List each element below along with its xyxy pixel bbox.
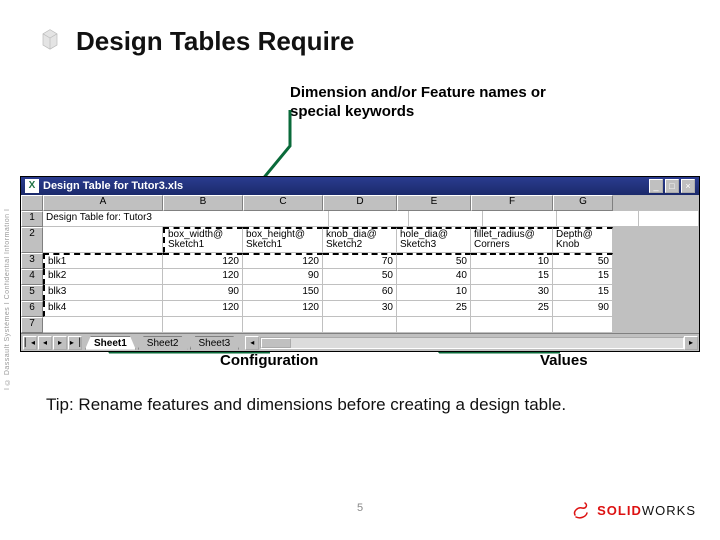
col-header[interactable]: A bbox=[43, 195, 163, 211]
row-header[interactable]: 1 bbox=[21, 211, 43, 227]
col-header[interactable]: C bbox=[243, 195, 323, 211]
solidworks-logo: SOLIDWORKS bbox=[571, 500, 696, 520]
sheet-tab[interactable]: Sheet3 bbox=[190, 336, 240, 350]
confidential-sidebar: Ι © Dassault Systèmes Ι Confidential Inf… bbox=[4, 150, 13, 390]
window-minimize-button[interactable]: _ bbox=[649, 179, 663, 193]
select-all-corner[interactable] bbox=[21, 195, 43, 211]
tab-nav-first[interactable]: ▏◂ bbox=[23, 336, 37, 350]
row-header[interactable]: 4 bbox=[21, 269, 43, 285]
row-header[interactable]: 2 bbox=[21, 227, 43, 253]
window-close-button[interactable]: × bbox=[681, 179, 695, 193]
ds-swirl-icon bbox=[571, 500, 591, 520]
col-header[interactable]: G bbox=[553, 195, 613, 211]
annotation-configuration: Configuration bbox=[220, 352, 318, 369]
excel-app-icon: X bbox=[25, 179, 39, 193]
window-titlebar: X Design Table for Tutor3.xls _ □ × bbox=[21, 177, 699, 195]
scroll-left-button[interactable]: ◂ bbox=[245, 336, 259, 350]
row-header[interactable]: 3 bbox=[21, 253, 43, 269]
annotation-dimension: Dimension and/or Feature names or specia… bbox=[290, 84, 590, 122]
cell-grid[interactable]: Design Table for: Tutor3 box_width@Sketc… bbox=[43, 211, 699, 333]
cube-icon bbox=[36, 24, 64, 52]
col-header[interactable]: B bbox=[163, 195, 243, 211]
sheet-tab[interactable]: Sheet2 bbox=[138, 336, 188, 350]
tip-text: Tip: Rename features and dimensions befo… bbox=[46, 394, 680, 417]
row-header[interactable]: 5 bbox=[21, 285, 43, 301]
page-title: Design Tables Require bbox=[76, 26, 354, 57]
row-header[interactable]: 7 bbox=[21, 317, 43, 333]
cell[interactable]: Design Table for: Tutor3 bbox=[43, 211, 243, 227]
excel-window: X Design Table for Tutor3.xls _ □ × 1 2 … bbox=[20, 176, 700, 352]
col-header[interactable]: E bbox=[397, 195, 471, 211]
tab-nav-last[interactable]: ▸▕ bbox=[68, 336, 82, 350]
tab-nav-next[interactable]: ▸ bbox=[53, 336, 67, 350]
window-title: Design Table for Tutor3.xls bbox=[43, 180, 649, 192]
horizontal-scrollbar[interactable] bbox=[260, 337, 684, 349]
row-header[interactable]: 6 bbox=[21, 301, 43, 317]
tab-nav-prev[interactable]: ◂ bbox=[38, 336, 52, 350]
col-header[interactable]: D bbox=[323, 195, 397, 211]
col-header[interactable]: F bbox=[471, 195, 553, 211]
annotation-values: Values bbox=[540, 352, 588, 369]
scroll-right-button[interactable]: ▸ bbox=[684, 336, 698, 350]
sheet-tab[interactable]: Sheet1 bbox=[85, 336, 136, 350]
window-maximize-button[interactable]: □ bbox=[665, 179, 679, 193]
